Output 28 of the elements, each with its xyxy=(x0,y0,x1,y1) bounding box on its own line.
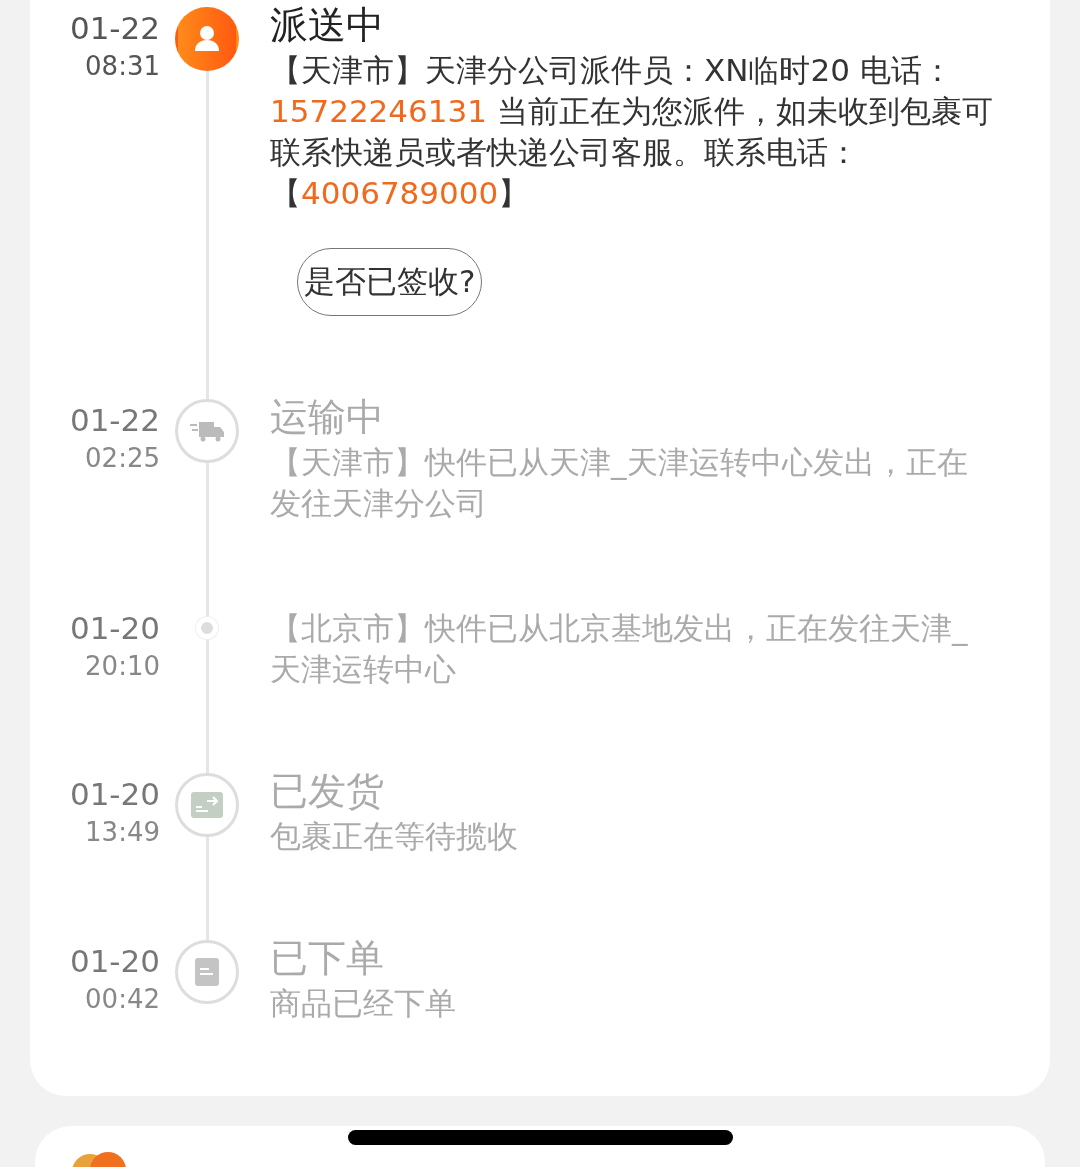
event-date: 01-22 xyxy=(68,401,160,440)
event-time: 13:49 xyxy=(84,816,160,849)
phone-link[interactable]: 15722246131 xyxy=(270,93,487,129)
event-date: 01-20 xyxy=(68,609,160,648)
event-time: 02:25 xyxy=(84,442,160,475)
status-title: 派送中 xyxy=(270,2,385,49)
truck-icon xyxy=(190,420,224,442)
event-description: 【北京市】快件已从北京基地发出，正在发往天津_天津运转中心 xyxy=(270,609,969,689)
status-title: 已发货 xyxy=(270,768,385,815)
phone-link[interactable]: 4006789000 xyxy=(301,175,499,211)
confirm-receipt-button[interactable]: 是否已签收? xyxy=(297,248,483,316)
event-description: 包裹正在等待揽收 xyxy=(270,817,519,856)
person-icon xyxy=(194,25,220,53)
event-time: 00:42 xyxy=(84,983,160,1016)
status-title: 已下单 xyxy=(270,935,385,982)
event-time: 08:31 xyxy=(84,50,160,83)
shipping-icon xyxy=(191,792,223,818)
document-icon xyxy=(195,958,219,986)
timeline-dot xyxy=(196,617,218,639)
status-title: 运输中 xyxy=(270,394,385,441)
event-description: 商品已经下单 xyxy=(270,984,457,1023)
event-date: 01-22 xyxy=(68,9,160,48)
event-date: 01-20 xyxy=(68,775,160,814)
event-description: 【天津市】天津分公司派件员：XN临时20 电话： 15722246131 当前正在为您派件，如未收到包裹可联系快递员或者快递公司客服。联系电话：【4006789000】 xyxy=(270,51,994,213)
event-time: 20:10 xyxy=(84,650,160,683)
logo-icon xyxy=(70,1152,128,1167)
event-date: 01-20 xyxy=(68,942,160,981)
event-description: 【天津市】快件已从天津_天津运转中心发出，正在发往天津分公司 xyxy=(270,443,969,523)
